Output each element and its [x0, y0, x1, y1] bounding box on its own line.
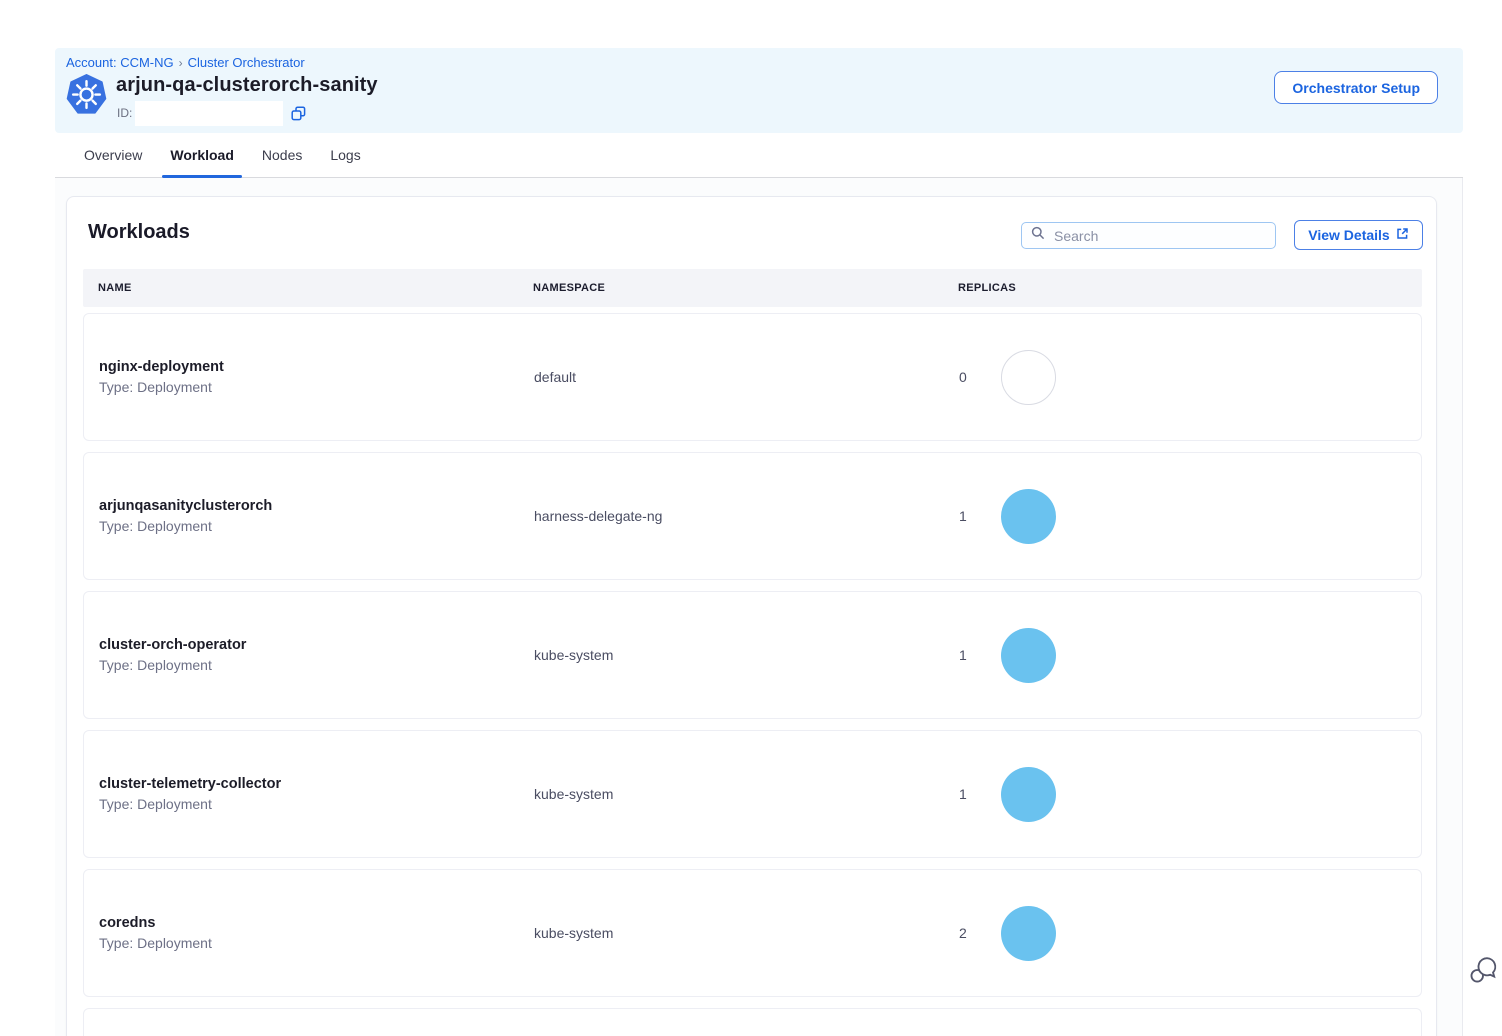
replica-circle — [1001, 489, 1056, 544]
replica-count: 1 — [959, 786, 971, 802]
table-row[interactable]: arjunqasanityclusterorch Type: Deploymen… — [83, 452, 1422, 580]
table-rows: nginx-deployment Type: Deployment defaul… — [83, 313, 1422, 997]
orchestrator-setup-button[interactable]: Orchestrator Setup — [1274, 71, 1438, 104]
table-header-row: NAME NAMESPACE REPLICAS — [83, 269, 1422, 307]
copy-icon[interactable] — [291, 106, 306, 121]
view-details-button[interactable]: View Details — [1294, 220, 1423, 250]
page-title: arjun-qa-clusterorch-sanity — [116, 74, 378, 97]
breadcrumb-account-link[interactable]: Account: CCM-NG — [66, 55, 174, 70]
workload-name: cluster-telemetry-collector — [99, 776, 534, 792]
tab-bar: Overview Workload Nodes Logs — [55, 133, 1463, 178]
workload-name-cell: coredns Type: Deployment — [99, 915, 534, 951]
cluster-id-label: ID: — [117, 106, 132, 120]
tab-nodes[interactable]: Nodes — [260, 133, 304, 177]
replicas-cell: 1 — [959, 767, 1421, 822]
kubernetes-icon — [66, 74, 107, 116]
external-link-icon — [1396, 227, 1409, 243]
tab-nodes-label: Nodes — [262, 147, 302, 163]
view-details-label: View Details — [1308, 227, 1389, 243]
replicas-cell: 1 — [959, 489, 1421, 544]
workload-namespace: kube-system — [534, 925, 959, 941]
table-row[interactable]: cluster-telemetry-collector Type: Deploy… — [83, 730, 1422, 858]
column-header-name: NAME — [98, 282, 533, 294]
workload-name-cell: arjunqasanityclusterorch Type: Deploymen… — [99, 498, 534, 534]
workload-type: Type: Deployment — [99, 379, 534, 395]
tab-overview[interactable]: Overview — [82, 133, 144, 177]
replica-circle — [1001, 628, 1056, 683]
workload-type: Type: Deployment — [99, 518, 534, 534]
replicas-cell: 2 — [959, 906, 1421, 961]
cluster-id-row: ID: — [117, 100, 306, 126]
tab-workload[interactable]: Workload — [168, 133, 236, 177]
replica-count: 1 — [959, 647, 971, 663]
table-row[interactable]: nginx-deployment Type: Deployment defaul… — [83, 313, 1422, 441]
workload-name: arjunqasanityclusterorch — [99, 498, 534, 514]
column-header-namespace: NAMESPACE — [533, 282, 958, 294]
workload-name-cell: cluster-telemetry-collector Type: Deploy… — [99, 776, 534, 812]
workload-namespace: kube-system — [534, 786, 959, 802]
workload-namespace: kube-system — [534, 647, 959, 663]
workload-namespace: harness-delegate-ng — [534, 508, 959, 524]
tab-logs-label: Logs — [330, 147, 360, 163]
workload-name: coredns — [99, 915, 534, 931]
column-header-replicas: REPLICAS — [958, 282, 1422, 294]
replica-circle — [1001, 350, 1056, 405]
workload-type: Type: Deployment — [99, 935, 534, 951]
replica-circle — [1001, 767, 1056, 822]
tab-workload-label: Workload — [170, 147, 234, 163]
workloads-heading: Workloads — [88, 221, 190, 244]
tab-logs[interactable]: Logs — [328, 133, 362, 177]
cluster-id-redacted — [135, 101, 283, 126]
workload-type: Type: Deployment — [99, 657, 534, 673]
replica-count: 0 — [959, 369, 971, 385]
replica-count: 1 — [959, 508, 971, 524]
search-icon — [1031, 226, 1045, 245]
tab-overview-label: Overview — [84, 147, 142, 163]
breadcrumb-section-link[interactable]: Cluster Orchestrator — [188, 55, 305, 70]
cluster-header-band: Account: CCM-NG›Cluster Orchestrator ar — [55, 48, 1463, 133]
table-row[interactable]: cluster-orch-operator Type: Deployment k… — [83, 591, 1422, 719]
search-input[interactable] — [1052, 227, 1266, 245]
table-row[interactable]: coredns Type: Deployment kube-system 2 — [83, 869, 1422, 997]
workloads-card: Workloads View Details — [66, 196, 1437, 1036]
workload-namespace: default — [534, 369, 959, 385]
breadcrumb: Account: CCM-NG › Cluster Orchestrator — [66, 55, 305, 70]
replicas-cell: 0 — [959, 350, 1421, 405]
workload-name-cell: nginx-deployment Type: Deployment — [99, 359, 534, 395]
breadcrumb-separator: › — [179, 56, 183, 70]
table-row-partial — [83, 1008, 1422, 1036]
replica-count: 2 — [959, 925, 971, 941]
app-container: Account: CCM-NG›Cluster Orchestrator ar — [55, 48, 1463, 1036]
workload-type: Type: Deployment — [99, 796, 534, 812]
workload-name: cluster-orch-operator — [99, 637, 534, 653]
replicas-cell: 1 — [959, 628, 1421, 683]
content-area: Workloads View Details — [55, 178, 1463, 1036]
workloads-search[interactable] — [1021, 222, 1276, 249]
replica-circle — [1001, 906, 1056, 961]
chat-bubble-icon[interactable] — [1468, 955, 1498, 985]
workload-name: nginx-deployment — [99, 359, 534, 375]
workloads-table: NAME NAMESPACE REPLICAS nginx-deployment… — [83, 269, 1422, 1036]
workload-name-cell: cluster-orch-operator Type: Deployment — [99, 637, 534, 673]
